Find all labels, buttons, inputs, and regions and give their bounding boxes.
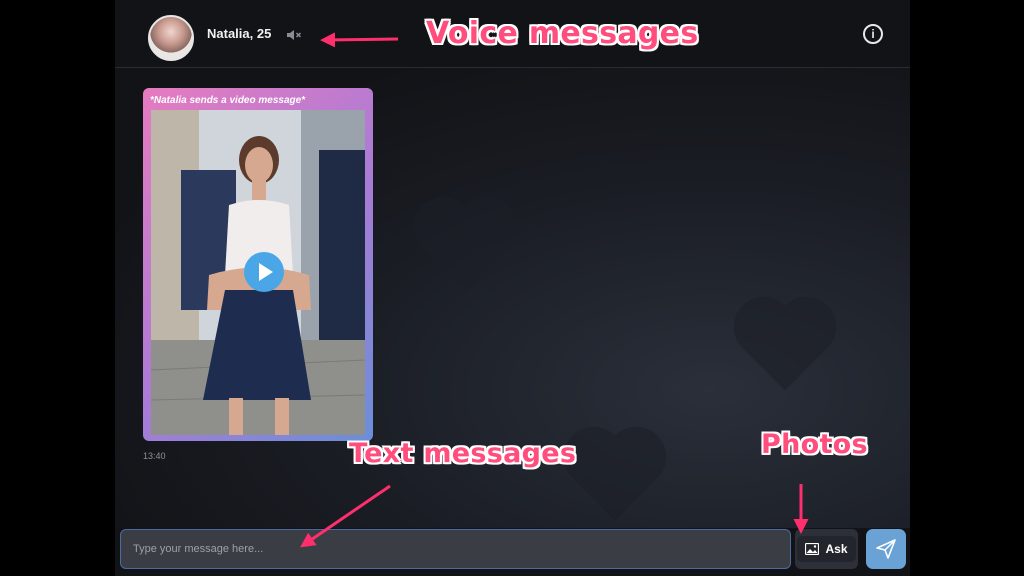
message-input-bar[interactable] [120, 529, 791, 569]
message-timestamp: 13:40 [143, 451, 166, 461]
background-heart-decoration [742, 305, 828, 391]
send-button[interactable] [866, 529, 906, 569]
video-thumbnail[interactable] [151, 110, 365, 435]
background-heart-decoration [572, 435, 658, 521]
avatar[interactable] [148, 15, 194, 61]
chat-app: Natalia, 25 i *Natalia sends a video mes… [115, 0, 910, 576]
image-icon [805, 543, 820, 555]
ask-photo-button[interactable]: Ask [795, 529, 858, 569]
text-messages-annotation: Text messages [349, 438, 577, 469]
play-button[interactable] [244, 252, 284, 292]
background-heart-decoration [422, 205, 508, 291]
send-icon [876, 539, 896, 559]
play-icon [259, 263, 273, 281]
video-message-card[interactable]: *Natalia sends a video message* [143, 88, 373, 441]
contact-name: Natalia, 25 [207, 26, 272, 41]
video-caption: *Natalia sends a video message* [150, 95, 306, 106]
photos-annotation: Photos [761, 429, 868, 460]
info-icon[interactable]: i [863, 24, 883, 44]
ask-label: Ask [825, 542, 848, 556]
speaker-muted-icon[interactable] [286, 28, 302, 42]
ask-photo-button-inner: Ask [797, 536, 856, 562]
message-input[interactable] [121, 530, 790, 568]
voice-messages-annotation: Voice messages [426, 16, 699, 51]
